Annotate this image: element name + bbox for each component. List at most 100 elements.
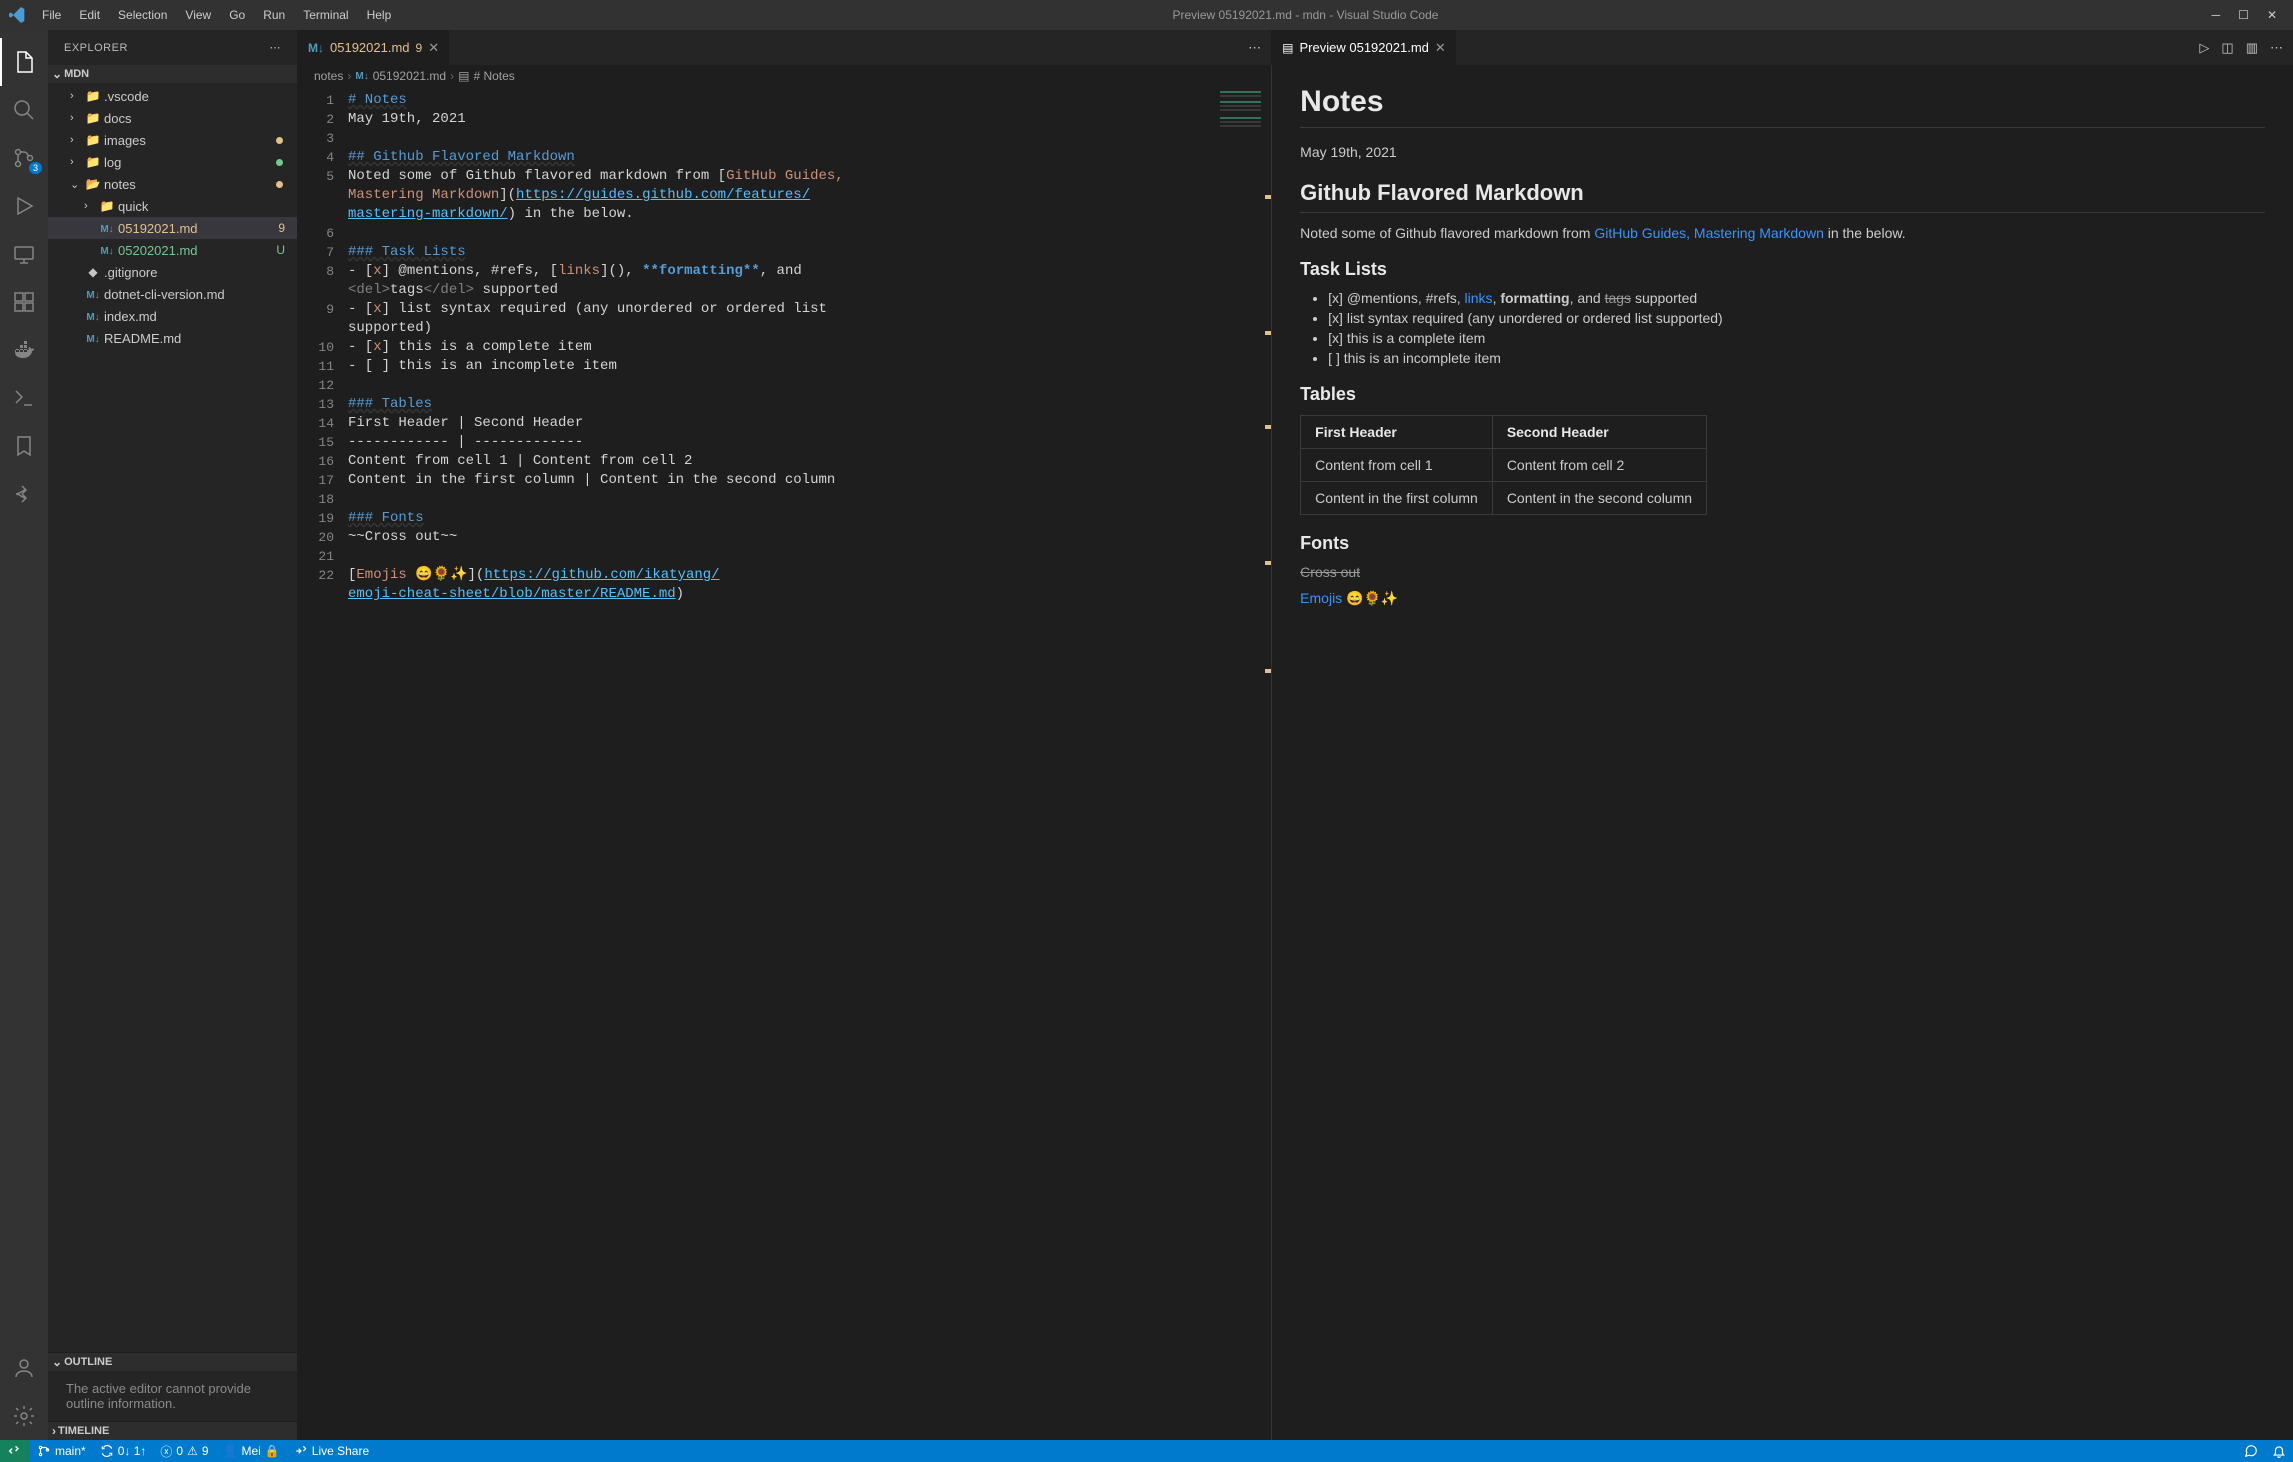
timeline-title: TIMELINE — [58, 1425, 109, 1437]
tab-close-icon[interactable]: ✕ — [428, 40, 439, 56]
breadcrumb-segment[interactable]: # Notes — [473, 69, 514, 83]
minimize-icon[interactable]: ─ — [2212, 8, 2221, 22]
menu-selection[interactable]: Selection — [110, 4, 175, 26]
line-number-gutter: 12345678910111213141516171819202122 — [298, 87, 348, 1440]
folder--vscode[interactable]: ›📁.vscode — [48, 85, 297, 107]
tree-item-label: images — [104, 133, 276, 148]
preview-link[interactable]: links — [1465, 290, 1493, 306]
tab-label: 05192021.md — [330, 40, 410, 55]
minimap[interactable] — [1216, 87, 1271, 1440]
run-debug-icon[interactable] — [0, 182, 48, 230]
menu-help[interactable]: Help — [359, 4, 400, 26]
menu-file[interactable]: File — [34, 4, 69, 26]
source-control-icon[interactable]: 3 — [0, 134, 48, 182]
run-icon[interactable]: ▷ — [2199, 40, 2209, 56]
folder-log[interactable]: ›📁log — [48, 151, 297, 173]
file-index-md[interactable]: M↓index.md — [48, 305, 297, 327]
activity-bar: 3 — [0, 30, 48, 1440]
folder-root-header[interactable]: ⌄ MDN — [48, 65, 297, 83]
task-item: [x] list syntax required (any unordered … — [1328, 310, 2265, 326]
chevron-right-icon: › — [84, 200, 98, 212]
problems-status[interactable]: ⓧ0 ⚠9 — [153, 1440, 215, 1462]
gfm-link[interactable]: GitHub Guides, Mastering Markdown — [1594, 225, 1824, 241]
tab-modified-badge: 9 — [416, 41, 423, 55]
table-cell: Content in the second column — [1492, 482, 1706, 515]
symbol-icon: ▤ — [458, 69, 469, 83]
menu-go[interactable]: Go — [221, 4, 253, 26]
tree-item-label: log — [104, 155, 276, 170]
file-icon: M↓ — [84, 331, 102, 345]
task-item: [x] this is a complete item — [1328, 330, 2265, 346]
file-05192021-md[interactable]: M↓05192021.md9 — [48, 217, 297, 239]
table-cell: Content in the first column — [1301, 482, 1493, 515]
menu-edit[interactable]: Edit — [71, 4, 108, 26]
menu-terminal[interactable]: Terminal — [295, 4, 356, 26]
extensions-icon[interactable] — [0, 278, 48, 326]
breadcrumb[interactable]: notes › M↓ 05192021.md › ▤ # Notes — [298, 65, 1271, 87]
remote-explorer-icon[interactable] — [0, 230, 48, 278]
markdown-file-icon: M↓ — [308, 41, 324, 55]
outline-header[interactable]: ⌄ OUTLINE — [48, 1353, 297, 1371]
tab-preview[interactable]: ▤ Preview 05192021.md ✕ — [1272, 30, 1457, 65]
git-status-badge: 9 — [278, 221, 285, 235]
folder-docs[interactable]: ›📁docs — [48, 107, 297, 129]
more-actions-icon[interactable]: ⋯ — [2270, 40, 2283, 56]
file-icon: M↓ — [98, 221, 116, 235]
tree-item-label: index.md — [104, 309, 289, 324]
file-dotnet-cli-version-md[interactable]: M↓dotnet-cli-version.md — [48, 283, 297, 305]
code-content[interactable]: # NotesMay 19th, 2021 ## Github Flavored… — [348, 87, 1271, 1440]
folder-notes[interactable]: ⌄📂notes — [48, 173, 297, 195]
bookmark-icon[interactable] — [0, 422, 48, 470]
tree-item-label: docs — [104, 111, 289, 126]
sync-status[interactable]: 0↓ 1↑ — [93, 1440, 154, 1462]
file-icon: M↓ — [98, 243, 116, 257]
file--gitignore[interactable]: ◆.gitignore — [48, 261, 297, 283]
timeline-header[interactable]: › TIMELINE — [48, 1421, 297, 1440]
notifications-icon[interactable] — [2265, 1440, 2293, 1462]
layout-icon[interactable]: ▥ — [2246, 40, 2258, 56]
status-bar: main* 0↓ 1↑ ⓧ0 ⚠9 👤Mei 🔒 Live Share — [0, 1440, 2293, 1462]
tree-item-label: 05192021.md — [118, 221, 278, 236]
close-icon[interactable]: ✕ — [2267, 8, 2277, 22]
file-05202021-md[interactable]: M↓05202021.mdU — [48, 239, 297, 261]
split-icon[interactable]: ◫ — [2221, 40, 2233, 56]
tree-item-label: .gitignore — [104, 265, 289, 280]
remote-indicator[interactable] — [0, 1440, 30, 1462]
outline-empty-message: The active editor cannot provide outline… — [48, 1371, 297, 1421]
markdown-preview[interactable]: Notes May 19th, 2021 Github Flavored Mar… — [1271, 65, 2293, 1440]
more-actions-icon[interactable]: ⋯ — [1248, 40, 1261, 56]
task-item: [x] @mentions, #refs, links, formatting,… — [1328, 290, 2265, 306]
preview-crossout: Cross out — [1300, 564, 2265, 580]
menu-view[interactable]: View — [177, 4, 219, 26]
git-branch[interactable]: main* — [30, 1440, 93, 1462]
file-icon: M↓ — [84, 309, 102, 323]
breadcrumb-segment[interactable]: notes — [314, 69, 343, 83]
folder-images[interactable]: ›📁images — [48, 129, 297, 151]
share-icon[interactable] — [0, 470, 48, 518]
feedback-icon[interactable] — [2237, 1440, 2265, 1462]
accounts-icon[interactable] — [0, 1344, 48, 1392]
user-status[interactable]: 👤Mei 🔒 — [216, 1440, 287, 1462]
liveshare-status[interactable]: Live Share — [287, 1440, 376, 1462]
breadcrumb-segment[interactable]: 05192021.md — [373, 69, 446, 83]
file-README-md[interactable]: M↓README.md — [48, 327, 297, 349]
chevron-right-icon: › — [450, 69, 454, 83]
maximize-icon[interactable]: ☐ — [2238, 8, 2249, 22]
emoji-link[interactable]: Emojis 😄🌻✨ — [1300, 590, 1398, 606]
folder-quick[interactable]: ›📁quick — [48, 195, 297, 217]
docker-icon[interactable] — [0, 326, 48, 374]
tab-close-icon[interactable]: ✕ — [1435, 40, 1446, 56]
sidebar-title: EXPLORER — [64, 42, 128, 54]
tab-source-file[interactable]: M↓ 05192021.md 9 ✕ — [298, 30, 450, 65]
search-icon[interactable] — [0, 86, 48, 134]
git-status-dot — [276, 159, 283, 166]
more-icon[interactable]: ⋯ — [270, 41, 282, 54]
table-header: Second Header — [1492, 416, 1706, 449]
code-editor[interactable]: 12345678910111213141516171819202122 # No… — [298, 87, 1271, 1440]
preview-gfm-paragraph: Noted some of Github flavored markdown f… — [1300, 225, 2265, 241]
preview-icon: ▤ — [1282, 41, 1293, 55]
menu-run[interactable]: Run — [255, 4, 293, 26]
terminal-panel-icon[interactable] — [0, 374, 48, 422]
settings-gear-icon[interactable] — [0, 1392, 48, 1440]
explorer-icon[interactable] — [0, 38, 48, 86]
